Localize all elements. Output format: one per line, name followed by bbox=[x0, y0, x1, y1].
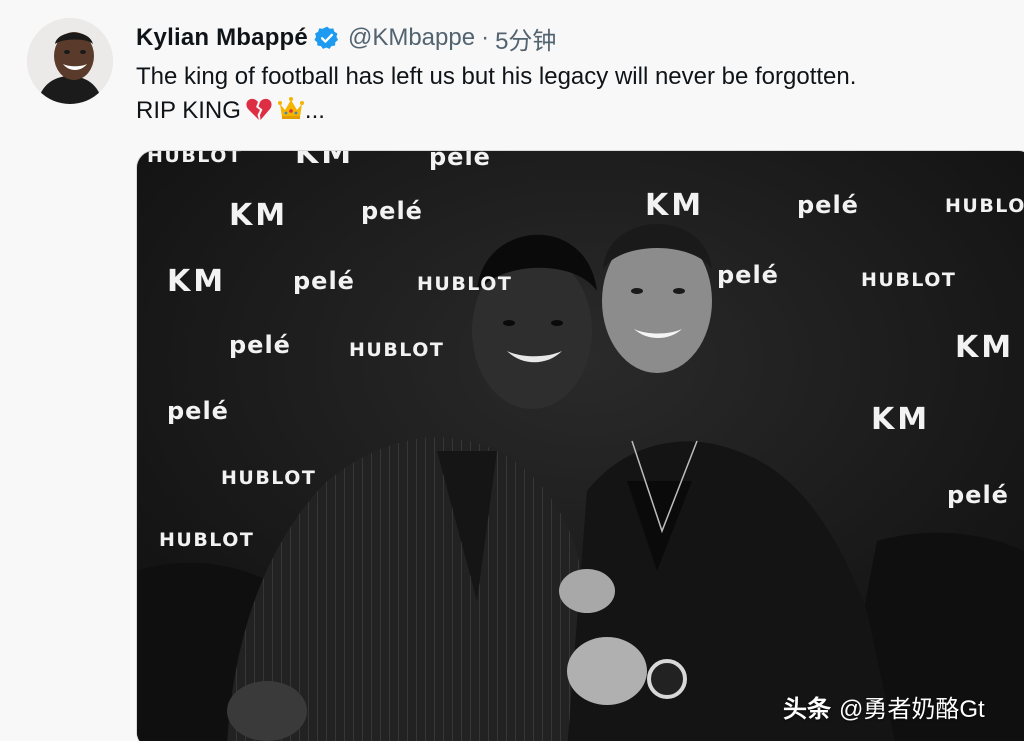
display-name[interactable]: Kylian Mbappé bbox=[136, 24, 308, 52]
backdrop-km-logo: KM bbox=[167, 264, 227, 299]
backdrop-hublot-logo: HUBLOT bbox=[349, 339, 445, 361]
backdrop-pele-logo: pelé bbox=[167, 397, 229, 425]
backdrop-pele-logo: pelé bbox=[429, 150, 491, 171]
tweet-text-line-1: The king of football has left us but his… bbox=[136, 63, 857, 90]
backdrop-pele-logo: pelé bbox=[797, 191, 859, 219]
watermark-account: @勇者奶酪Gt bbox=[839, 696, 985, 723]
watermark: 头条 @勇者奶酪Gt bbox=[783, 689, 985, 724]
backdrop-pele-logo: pelé bbox=[229, 331, 291, 359]
broken-heart-icon bbox=[245, 95, 273, 123]
tweet-photo[interactable]: HUBLOT KM pelé KM pelé KM pelé HUBLOT KM… bbox=[136, 150, 1024, 741]
tweet[interactable]: Kylian Mbappé @KMbappe · 5分钟 The king of… bbox=[0, 0, 1024, 741]
tweet-text: The king of football has left us but his… bbox=[136, 60, 856, 128]
watermark-brand: 头条 bbox=[783, 696, 831, 723]
backdrop-pele-logo: pelé bbox=[293, 267, 355, 295]
timestamp[interactable]: 5分钟 bbox=[495, 21, 556, 56]
backdrop-hublot-logo: HUBLOT bbox=[417, 273, 513, 295]
backdrop-hublot-logo: HUBLOT bbox=[159, 529, 255, 551]
backdrop-hublot-logo: HUBLOT bbox=[221, 467, 317, 489]
avatar-image bbox=[27, 18, 113, 104]
handle[interactable]: @KMbappe bbox=[348, 24, 475, 52]
rip-king-text: RIP KING bbox=[136, 97, 241, 124]
backdrop-km-logo: KM bbox=[295, 150, 355, 171]
backdrop-pele-logo: pelé bbox=[947, 481, 1009, 509]
photo-scene bbox=[137, 151, 1024, 741]
backdrop-km-logo: KM bbox=[645, 188, 705, 223]
tweet-text-line-2: RIP KING... bbox=[136, 94, 856, 128]
backdrop-hublot-logo: HUBLOT bbox=[945, 195, 1024, 217]
backdrop-km-logo: KM bbox=[871, 402, 931, 437]
separator-dot: · bbox=[481, 24, 490, 51]
ellipsis-text: ... bbox=[304, 97, 325, 124]
verified-badge-icon bbox=[314, 25, 340, 51]
avatar[interactable] bbox=[27, 18, 113, 104]
backdrop-pele-logo: pelé bbox=[361, 197, 423, 225]
backdrop-km-logo: KM bbox=[229, 198, 289, 233]
backdrop-hublot-logo: HUBLOT bbox=[147, 150, 243, 167]
tweet-header: Kylian Mbappé @KMbappe · 5分钟 bbox=[136, 21, 556, 56]
backdrop-pele-logo: pelé bbox=[717, 261, 779, 289]
backdrop-hublot-logo: HUBLOT bbox=[861, 269, 957, 291]
backdrop-km-logo: KM bbox=[955, 330, 1015, 365]
crown-icon bbox=[277, 95, 305, 123]
